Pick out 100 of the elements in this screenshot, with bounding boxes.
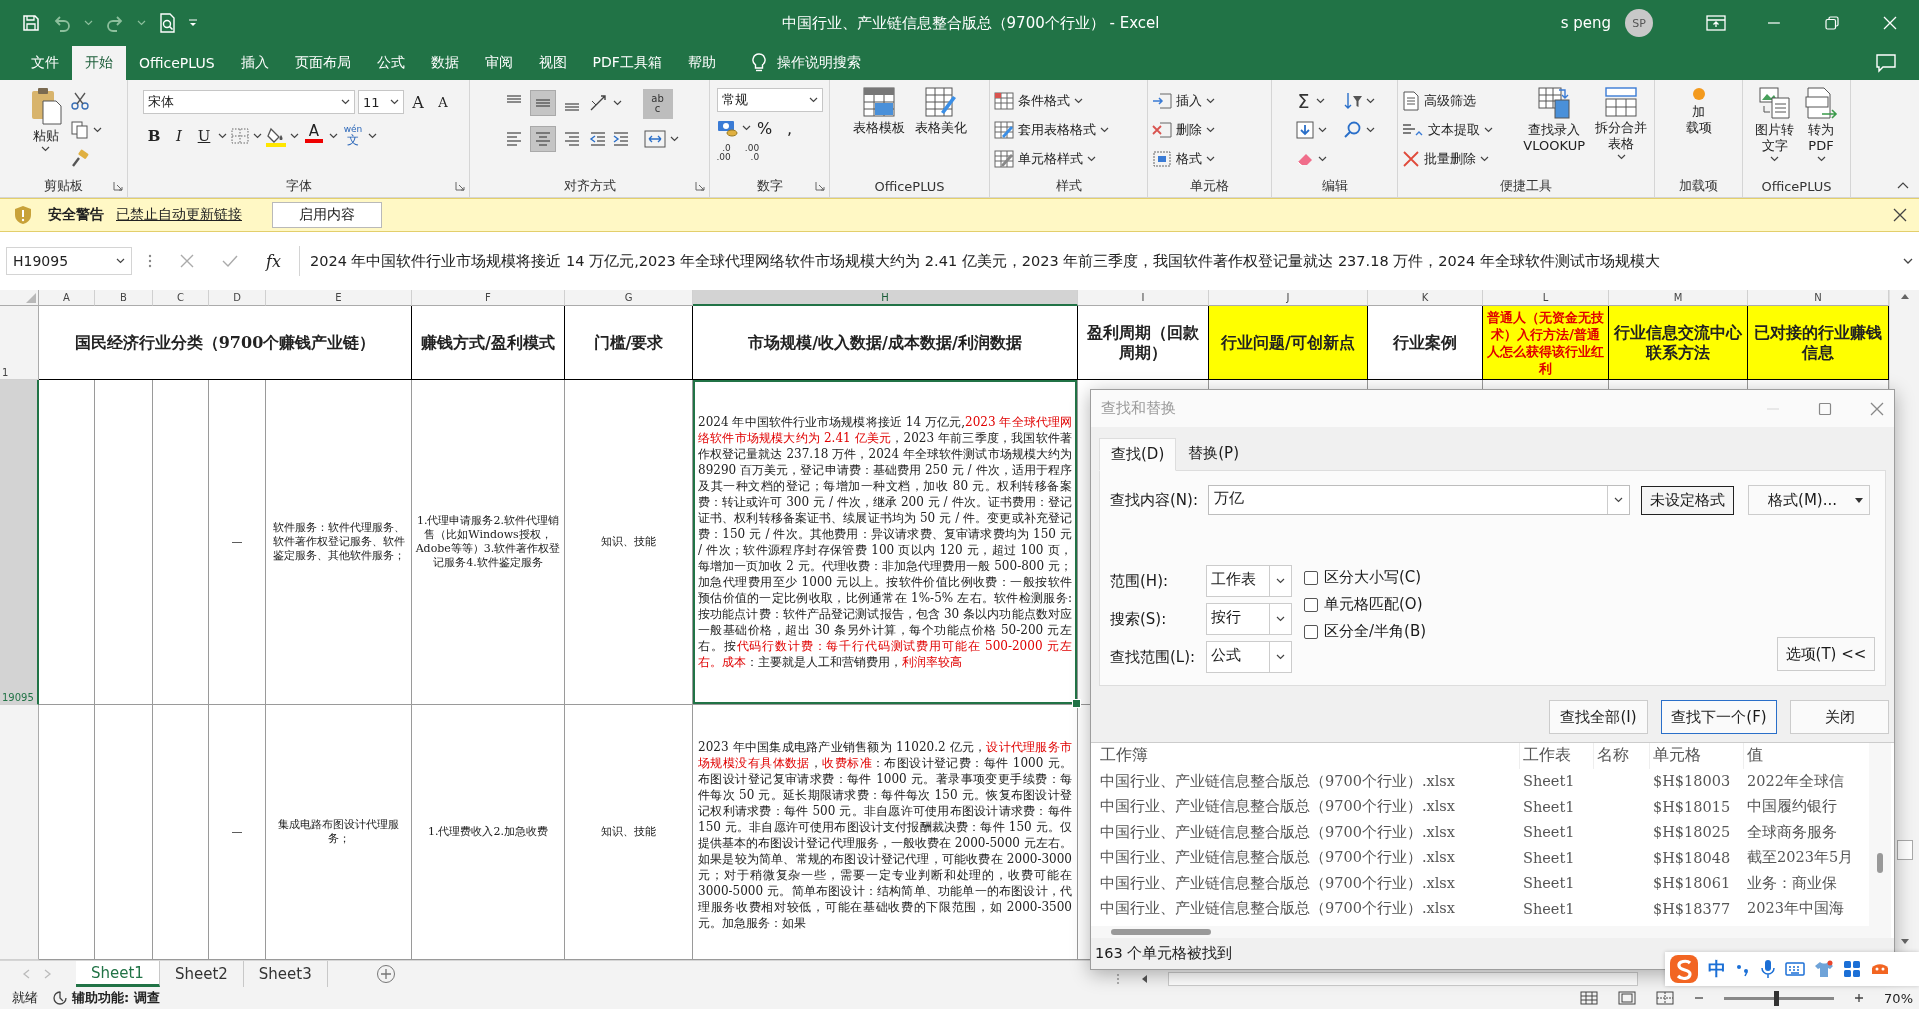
- input-mode-button[interactable]: 中: [1708, 957, 1726, 981]
- column-header[interactable]: 单元格: [1650, 743, 1744, 769]
- result-cell[interactable]: 截至2023年5月: [1744, 845, 1869, 871]
- ribbon-button[interactable]: 表格模板: [849, 84, 908, 175]
- column-header[interactable]: G: [565, 290, 693, 306]
- percent-button[interactable]: %: [753, 118, 776, 138]
- column-header[interactable]: E: [266, 290, 412, 306]
- autosum-button[interactable]: Σ: [1294, 90, 1313, 111]
- result-cell[interactable]: 中国行业、产业链信息整合版总（9700个行业）.xlsx: [1097, 819, 1520, 846]
- result-cell[interactable]: $H$18061: [1650, 870, 1744, 897]
- sheet-tab[interactable]: Sheet1: [76, 961, 160, 987]
- shrink-font-button[interactable]: A: [432, 90, 454, 114]
- result-cell[interactable]: $H$18025: [1650, 819, 1744, 846]
- column-header[interactable]: D: [209, 290, 266, 306]
- enable-content-button[interactable]: 启用内容: [272, 202, 382, 228]
- style-menu-button[interactable]: 条件格式: [994, 88, 1143, 113]
- cells-menu-button[interactable]: 删除: [1152, 117, 1267, 142]
- wrap-text-button[interactable]: ab c: [642, 89, 673, 119]
- grow-font-button[interactable]: A: [407, 90, 429, 114]
- row-header[interactable]: 19095: [0, 380, 39, 705]
- bold-button[interactable]: B: [143, 124, 165, 148]
- menu-tab[interactable]: 文件: [18, 46, 72, 80]
- menu-tab[interactable]: 插入: [227, 46, 282, 80]
- row-header[interactable]: 1: [0, 306, 39, 380]
- ribbon-button[interactable]: 拆分合并 表格: [1592, 84, 1650, 175]
- result-cell[interactable]: 中国行业、产业链信息整合版总（9700个行业）.xlsx: [1097, 768, 1520, 795]
- column-header[interactable]: N: [1748, 290, 1889, 306]
- menu-tab[interactable]: 帮助: [674, 46, 729, 80]
- result-cell[interactable]: $H$18377: [1650, 896, 1744, 922]
- result-cell[interactable]: 业务：商业保: [1744, 870, 1869, 897]
- dialog-button[interactable]: 关闭: [1790, 700, 1889, 735]
- format-button[interactable]: 格式(M)...: [1748, 485, 1870, 516]
- dropdown[interactable]: 按行: [1206, 603, 1292, 636]
- column-header[interactable]: M: [1609, 290, 1748, 306]
- font-color-button[interactable]: A: [302, 124, 326, 148]
- tell-me-search[interactable]: 操作说明搜索: [750, 46, 861, 80]
- menu-tab[interactable]: 页面布局: [281, 46, 364, 80]
- column-header[interactable]: I: [1078, 290, 1209, 306]
- result-cell[interactable]: Sheet1: [1520, 896, 1594, 922]
- user-name[interactable]: s peng: [1560, 14, 1611, 32]
- result-cell[interactable]: 中国行业、产业链信息整合版总（9700个行业）.xlsx: [1097, 896, 1520, 922]
- result-cell[interactable]: 全球商务服务: [1744, 819, 1869, 846]
- dialog-button[interactable]: 查找全部(I): [1549, 700, 1648, 735]
- column-header[interactable]: 工作簿: [1097, 743, 1520, 769]
- menu-tab[interactable]: 数据: [417, 46, 472, 80]
- formula-field[interactable]: 2024 年中国软件行业市场规模将接近 14 万亿元,2023 年全球代理网络软件市场规模大约为 2.41 亿美元，2023 年前三季度，我国软件著作权登记量就达 237.18 万件，2024 年全球软件测试市场规模大: [298, 246, 1895, 276]
- underline-button[interactable]: U: [193, 124, 215, 148]
- result-cell[interactable]: 2022年全球信: [1744, 768, 1869, 795]
- dropdown[interactable]: 工作表: [1206, 565, 1292, 598]
- column-header[interactable]: 工作表: [1520, 743, 1594, 769]
- column-header[interactable]: K: [1368, 290, 1483, 306]
- insert-function-button[interactable]: fx: [266, 251, 281, 271]
- search-field[interactable]: 万亿: [1208, 485, 1630, 516]
- ribbon-button[interactable]: 加 载项: [1682, 84, 1715, 175]
- result-cell[interactable]: Sheet1: [1520, 870, 1594, 897]
- menu-tab[interactable]: 开始: [72, 46, 126, 80]
- italic-button[interactable]: I: [168, 124, 190, 148]
- result-cell[interactable]: $H$18003: [1650, 768, 1744, 795]
- result-cell[interactable]: Sheet1: [1520, 768, 1594, 795]
- menu-tab[interactable]: OfficePLUS: [126, 46, 228, 80]
- ribbon-button[interactable]: 图片转 文字: [1752, 84, 1797, 175]
- name-box[interactable]: H19095: [6, 247, 132, 275]
- link[interactable]: 已禁止自动更新链接: [116, 206, 242, 224]
- result-cell[interactable]: $H$18015: [1650, 794, 1744, 820]
- increase-decimal-button[interactable]: .0 .00: [716, 144, 731, 162]
- result-cell[interactable]: 2023年中国海: [1744, 896, 1869, 922]
- font-name-select[interactable]: 宋体: [143, 90, 355, 114]
- column-header[interactable]: C: [153, 290, 209, 306]
- column-header[interactable]: J: [1209, 290, 1368, 306]
- menu-tab[interactable]: PDF工具箱: [579, 46, 675, 80]
- ribbon-button[interactable]: 转为 PDF: [1801, 84, 1841, 175]
- number-format-select[interactable]: 常规: [716, 88, 823, 112]
- style-menu-button[interactable]: 套用表格格式: [994, 117, 1143, 142]
- column-header[interactable]: 名称: [1594, 743, 1650, 769]
- comma-button[interactable]: ,: [778, 118, 801, 138]
- result-cell[interactable]: 中国行业、产业链信息整合版总（9700个行业）.xlsx: [1097, 794, 1520, 820]
- tool-button[interactable]: 文本提取: [1402, 117, 1517, 142]
- result-cell[interactable]: Sheet1: [1520, 794, 1594, 820]
- result-cell[interactable]: Sheet1: [1520, 819, 1594, 846]
- cells-menu-button[interactable]: 格式: [1152, 146, 1267, 171]
- result-cell[interactable]: 中国履约银行: [1744, 794, 1869, 820]
- menu-tab[interactable]: 审阅: [471, 46, 526, 80]
- paste-button[interactable]: 粘贴: [25, 84, 66, 175]
- dropdown[interactable]: 公式: [1206, 641, 1292, 674]
- column-header[interactable]: A: [39, 290, 95, 306]
- phonetic-button[interactable]: wén 文: [341, 124, 365, 148]
- dialog-tab[interactable]: 替换(P): [1176, 437, 1251, 471]
- font-size-select[interactable]: 11: [358, 90, 404, 114]
- menu-tab[interactable]: 视图: [525, 46, 580, 80]
- column-header[interactable]: F: [412, 290, 565, 306]
- dialog-tab[interactable]: 查找(D): [1099, 438, 1177, 472]
- column-header[interactable]: B: [95, 290, 153, 306]
- options-button[interactable]: 选项(T) <<: [1777, 637, 1875, 672]
- column-header[interactable]: H: [693, 290, 1078, 306]
- ribbon-button[interactable]: 表格美化: [911, 84, 970, 175]
- result-cell[interactable]: 中国行业、产业链信息整合版总（9700个行业）.xlsx: [1097, 870, 1520, 897]
- menu-tab[interactable]: 公式: [363, 46, 418, 80]
- avatar[interactable]: SP: [1625, 9, 1653, 37]
- result-cell[interactable]: 中国行业、产业链信息整合版总（9700个行业）.xlsx: [1097, 845, 1520, 871]
- zoom-level[interactable]: 70%: [1884, 990, 1913, 1006]
